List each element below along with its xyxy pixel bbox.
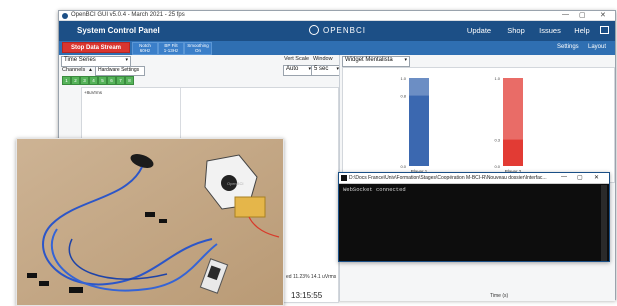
maximize-icon[interactable]: ▢ <box>579 11 586 19</box>
update-button[interactable]: Update <box>462 24 496 38</box>
clock-time: 13:15:55 <box>291 291 323 300</box>
channel-scale-tag: +8uVrms <box>84 90 102 95</box>
channels-collapse-icon[interactable]: ▲ <box>88 67 93 73</box>
vert-scale-label: Vert Scale <box>284 56 310 62</box>
layout-icon[interactable] <box>600 26 609 34</box>
channels-label: Channels <box>62 67 86 73</box>
hardware-settings-button[interactable]: Hardware Settings <box>95 66 145 76</box>
close-icon[interactable]: ✕ <box>600 11 606 19</box>
stop-data-stream-button[interactable]: Stop Data Stream <box>62 42 130 53</box>
window-value: 5 sec <box>314 66 329 72</box>
cmd-icon <box>341 175 347 181</box>
player-2-tick-0: 1.0 <box>494 76 500 81</box>
shop-button[interactable]: Shop <box>502 24 530 38</box>
top-bar: System Control Panel OPENBCI Update Shop… <box>59 21 615 41</box>
hardware-photo: OpenBCI <box>16 138 284 306</box>
player-2-tick-2: 0.0 <box>494 164 500 169</box>
vert-scale-select[interactable]: Auto ▾ <box>283 65 313 76</box>
window-label: Window <box>313 56 333 62</box>
hardware-photo-drawing: OpenBCI <box>17 139 283 305</box>
window-title: OpenBCI GUI v5.0.4 - March 2021 - 25 fps <box>71 12 185 18</box>
settings-button[interactable]: Settings <box>557 44 579 50</box>
bandpass-filter-button[interactable]: BP Filt 1-13Hz <box>158 42 184 55</box>
command-prompt-window: D:\Docs France\Univ\Formation\Stages\Coo… <box>338 172 610 262</box>
cmd-titlebar: D:\Docs France\Univ\Formation\Stages\Coo… <box>339 173 609 184</box>
channel-toggle-8[interactable]: 8 <box>125 76 134 85</box>
time-axis-label: Time (s) <box>490 293 509 299</box>
channel-toggle-4[interactable]: 4 <box>89 76 98 85</box>
mentalista-plot: 1.00.80.0Player 11.00.30.0Player 2 <box>342 67 615 183</box>
openbci-logo-icon <box>309 25 319 35</box>
player-2-tick-1: 0.3 <box>494 138 500 143</box>
widget-select-mentalista[interactable]: Widget Mentalista ▾ <box>342 56 410 67</box>
player-1-tick-2: 0.0 <box>400 164 406 169</box>
minimize-icon[interactable]: — <box>562 11 569 18</box>
cmd-scrollbar[interactable] <box>601 185 607 261</box>
chevron-down-icon: ▾ <box>404 57 407 63</box>
player-bar-1 <box>409 95 429 166</box>
close-icon[interactable]: ✕ <box>594 174 599 181</box>
channel-toggle-1[interactable]: 1 <box>62 76 71 85</box>
chevron-down-icon: ▾ <box>125 57 128 63</box>
widget-select-label: Time Series <box>64 57 96 63</box>
smoothing-button[interactable]: Smoothing On <box>184 42 212 55</box>
vert-scale-value: Auto <box>286 66 299 72</box>
cmd-output-line: WebSocket connected <box>343 186 406 193</box>
channel-toggle-7[interactable]: 7 <box>116 76 125 85</box>
widget-select-label: Widget Mentalista <box>345 57 393 63</box>
channel-toggle-2[interactable]: 2 <box>71 76 80 85</box>
channel-toggle-5[interactable]: 5 <box>98 76 107 85</box>
issues-button[interactable]: Issues <box>535 24 565 38</box>
player-bars-chart: 1.00.80.0Player 11.00.30.0Player 2 <box>400 76 523 174</box>
channel-toggle-6[interactable]: 6 <box>107 76 116 85</box>
window-titlebar: OpenBCI GUI v5.0.4 - March 2021 - 25 fps… <box>59 11 615 21</box>
notch-filter-button[interactable]: Notch 60Hz <box>132 42 158 55</box>
channel-toggle-3[interactable]: 3 <box>80 76 89 85</box>
window-select[interactable]: 5 sec ▾ <box>311 65 341 76</box>
cmd-title: D:\Docs France\Univ\Formation\Stages\Coo… <box>349 175 547 181</box>
system-control-panel-title[interactable]: System Control Panel <box>77 26 160 35</box>
board-label: OpenBCI <box>227 181 243 186</box>
app-logo-icon <box>62 13 68 19</box>
player-1-tick-1: 0.8 <box>400 94 406 99</box>
minimize-icon[interactable]: — <box>561 174 567 180</box>
sub-bar: Stop Data Stream Notch 60Hz BP Filt 1-13… <box>59 41 615 55</box>
maximize-icon[interactable]: ▢ <box>577 174 583 181</box>
layout-button[interactable]: Layout <box>588 44 606 50</box>
help-button[interactable]: Help <box>569 24 595 38</box>
player-1-tick-0: 1.0 <box>400 76 406 81</box>
footer-stat-text: ed 11.23% 14.1 uVrms <box>286 274 337 280</box>
player-bar-2 <box>503 139 523 166</box>
brand-text: OPENBCI <box>323 26 367 35</box>
